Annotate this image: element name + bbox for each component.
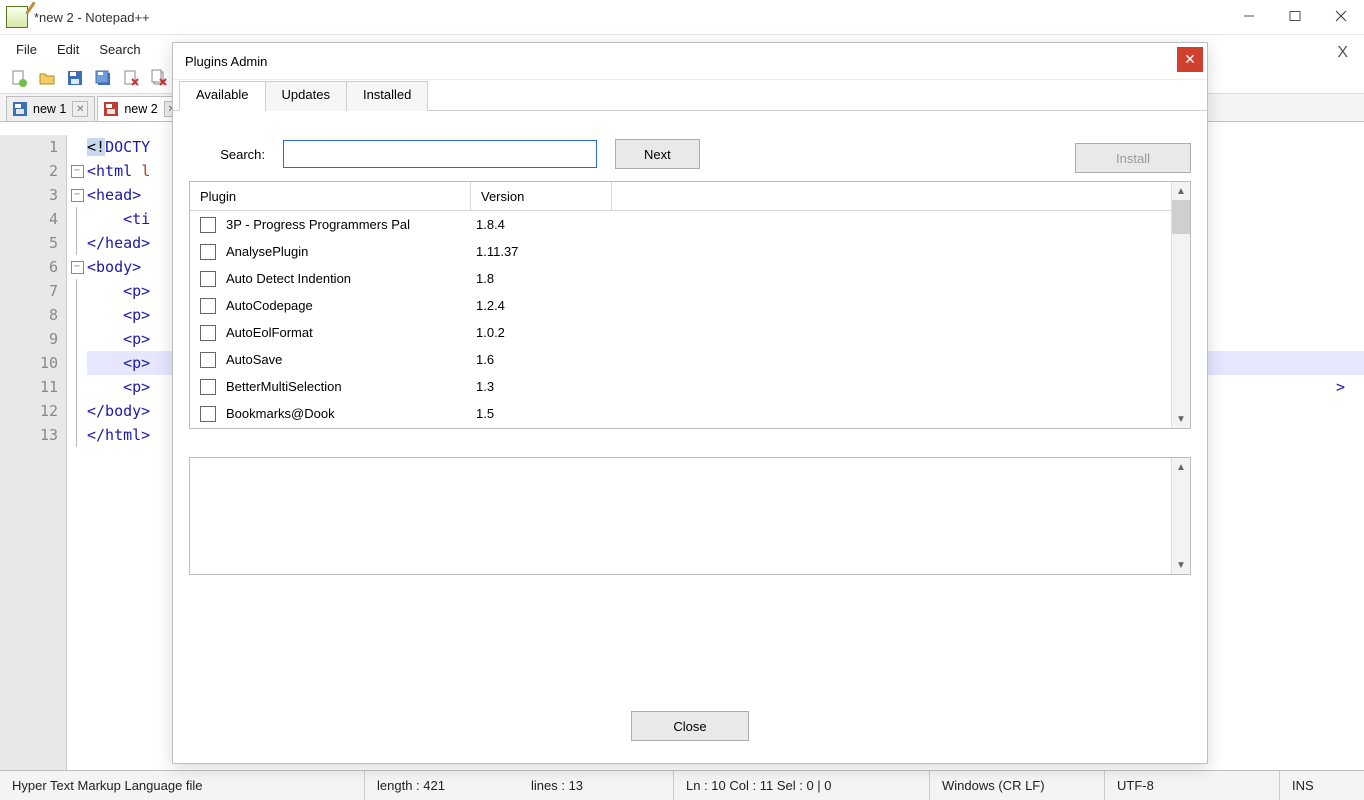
plugin-list: Plugin Version 3P - Progress Programmers… — [189, 181, 1191, 429]
status-lang: Hyper Text Markup Language file — [0, 771, 364, 800]
save-all-icon[interactable] — [90, 65, 116, 91]
plugin-row[interactable]: Bookmarks@Dook 1.5 — [190, 400, 1190, 427]
menu-file[interactable]: File — [6, 38, 47, 61]
search-row: Search: Next — [173, 111, 1207, 181]
status-mode: INS — [1279, 771, 1364, 800]
fold-gutter: −−− — [67, 135, 87, 771]
plugin-row[interactable]: AutoSave 1.6 — [190, 346, 1190, 373]
plugin-name: Bookmarks@Dook — [226, 406, 466, 421]
column-spacer — [612, 182, 1190, 210]
plugin-row[interactable]: BetterMultiSelection 1.3 — [190, 373, 1190, 400]
file-tab[interactable]: new 1 ✕ — [6, 96, 95, 121]
disk-icon — [104, 102, 118, 116]
plugin-row[interactable]: 3P - Progress Programmers Pal 1.8.4 — [190, 211, 1190, 238]
plugin-version: 1.8.4 — [476, 217, 596, 232]
minimize-button[interactable] — [1226, 0, 1272, 32]
window-controls — [1226, 0, 1364, 32]
status-pos: Ln : 10 Col : 11 Sel : 0 | 0 — [673, 771, 929, 800]
plugin-name: Auto Detect Indention — [226, 271, 466, 286]
plugin-name: AutoSave — [226, 352, 466, 367]
plugin-row[interactable]: AnalysePlugin 1.11.37 — [190, 238, 1190, 265]
close-file-icon[interactable] — [118, 65, 144, 91]
plugin-checkbox[interactable] — [200, 352, 216, 368]
file-tab-label: new 2 — [124, 102, 157, 116]
dialog-footer: Close — [173, 711, 1207, 741]
scroll-up-icon[interactable]: ▲ — [1172, 458, 1190, 476]
plugin-checkbox[interactable] — [200, 406, 216, 422]
scroll-up-icon[interactable]: ▲ — [1172, 182, 1190, 200]
open-file-icon[interactable] — [34, 65, 60, 91]
plugin-row[interactable]: Auto Detect Indention 1.8 — [190, 265, 1190, 292]
close-all-icon[interactable] — [146, 65, 172, 91]
scroll-down-icon[interactable]: ▼ — [1172, 410, 1190, 428]
save-icon[interactable] — [62, 65, 88, 91]
plugin-row[interactable]: AutoEolFormat 1.0.2 — [190, 319, 1190, 346]
window-title: *new 2 - Notepad++ — [34, 10, 150, 25]
plugin-checkbox[interactable] — [200, 325, 216, 341]
close-button[interactable]: Close — [631, 711, 749, 741]
file-tab-label: new 1 — [33, 102, 66, 116]
install-button[interactable]: Install — [1075, 143, 1191, 173]
column-plugin[interactable]: Plugin — [190, 182, 471, 210]
status-encoding: UTF-8 — [1104, 771, 1279, 800]
scroll-thumb[interactable] — [1172, 200, 1190, 234]
titlebar: *new 2 - Notepad++ — [0, 0, 1364, 35]
dialog-title: Plugins Admin — [185, 54, 267, 69]
plugin-checkbox[interactable] — [200, 379, 216, 395]
plugin-version: 1.5 — [476, 406, 596, 421]
tab-installed[interactable]: Installed — [346, 81, 428, 111]
plugin-version: 1.3 — [476, 379, 596, 394]
plugin-version: 1.11.37 — [476, 244, 596, 259]
status-lines: lines : 13 — [519, 771, 673, 800]
line-gutter: 12345678910111213 — [0, 135, 67, 771]
scrollbar[interactable]: ▲ ▼ — [1171, 182, 1190, 428]
column-version[interactable]: Version — [471, 182, 612, 210]
dialog-close-button[interactable]: ✕ — [1177, 47, 1203, 72]
dialog-titlebar: Plugins Admin ✕ — [173, 43, 1207, 80]
plugin-name: AnalysePlugin — [226, 244, 466, 259]
status-length: length : 421 — [364, 771, 519, 800]
plugin-list-header: Plugin Version — [190, 182, 1190, 211]
scrollbar[interactable]: ▲ ▼ — [1171, 458, 1190, 574]
plugin-checkbox[interactable] — [200, 298, 216, 314]
new-file-icon[interactable] — [6, 65, 32, 91]
plugin-row[interactable]: AutoCodepage 1.2.4 — [190, 292, 1190, 319]
plugin-version: 1.8 — [476, 271, 596, 286]
scroll-down-icon[interactable]: ▼ — [1172, 556, 1190, 574]
plugin-list-body[interactable]: 3P - Progress Programmers Pal 1.8.4 Analys… — [190, 211, 1190, 427]
status-eol: Windows (CR LF) — [929, 771, 1104, 800]
plugin-checkbox[interactable] — [200, 217, 216, 233]
plugins-admin-dialog: Plugins Admin ✕ Available Updates Instal… — [172, 42, 1208, 764]
tab-available[interactable]: Available — [179, 81, 266, 111]
plugin-name: 3P - Progress Programmers Pal — [226, 217, 466, 232]
plugin-name: AutoCodepage — [226, 298, 466, 313]
maximize-button[interactable] — [1272, 0, 1318, 32]
next-button[interactable]: Next — [615, 139, 700, 169]
search-input[interactable] — [283, 140, 597, 168]
app-window: *new 2 - Notepad++ File Edit Search X ne… — [0, 0, 1364, 800]
menu-edit[interactable]: Edit — [47, 38, 89, 61]
search-label: Search: — [209, 147, 265, 162]
plugin-version: 1.0.2 — [476, 325, 596, 340]
plugin-checkbox[interactable] — [200, 244, 216, 260]
statusbar: Hyper Text Markup Language file length :… — [0, 770, 1364, 800]
plugin-name: AutoEolFormat — [226, 325, 466, 340]
plugin-description: ▲ ▼ — [189, 457, 1191, 575]
plugin-version: 1.6 — [476, 352, 596, 367]
disk-icon — [13, 102, 27, 116]
tab-close-x[interactable]: X — [1337, 44, 1348, 62]
app-icon — [6, 6, 28, 28]
plugin-checkbox[interactable] — [200, 271, 216, 287]
dialog-tabbar: Available Updates Installed — [173, 80, 1207, 111]
tab-updates[interactable]: Updates — [265, 81, 347, 111]
close-icon[interactable]: ✕ — [72, 101, 88, 117]
menu-search[interactable]: Search — [89, 38, 150, 61]
code-fragment: > — [1336, 375, 1354, 399]
window-close-button[interactable] — [1318, 0, 1364, 32]
plugin-version: 1.2.4 — [476, 298, 596, 313]
plugin-name: BetterMultiSelection — [226, 379, 466, 394]
